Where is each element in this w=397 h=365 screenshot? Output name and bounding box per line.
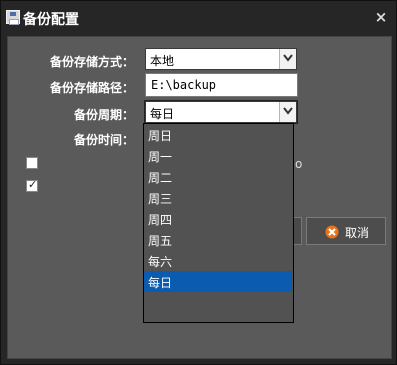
save-icon: [6, 10, 20, 25]
dropdown-option[interactable]: 周四: [144, 208, 292, 229]
title-bar[interactable]: 备份配置 ×: [1, 1, 396, 35]
option-label-fragment: o: [295, 157, 303, 171]
close-button[interactable]: ×: [374, 9, 388, 25]
option-checkbox-2[interactable]: [26, 178, 38, 192]
cancel-button[interactable]: 取消: [306, 217, 386, 245]
period-select[interactable]: 每日: [144, 100, 298, 124]
dropdown-option[interactable]: 周二: [144, 166, 292, 187]
chevron-down-icon[interactable]: [279, 49, 296, 69]
period-dropdown-list: 周日 周一 周二 周三 周四 周五 每六 每日: [143, 123, 294, 323]
confirm-button-edge[interactable]: [294, 217, 302, 245]
storage-path-label: 备份存储路径：: [49, 81, 134, 95]
dropdown-option[interactable]: 周五: [144, 229, 292, 250]
storage-mode-label: 备份存储方式：: [49, 55, 134, 69]
dropdown-option-selected[interactable]: 每日: [144, 271, 292, 292]
period-label: 备份周期：: [73, 108, 134, 122]
form-panel: 备份存储方式： 本地 备份存储路径： E:\backup 备份周期： 每日 备份…: [7, 36, 392, 359]
option-checkbox-1[interactable]: [26, 157, 38, 169]
dropdown-option[interactable]: 每六: [144, 250, 292, 271]
period-value: 每日: [150, 107, 175, 121]
time-label: 备份时间：: [73, 133, 134, 147]
chevron-down-icon[interactable]: [279, 102, 296, 122]
dialog-title: 备份配置: [23, 12, 79, 28]
storage-mode-select[interactable]: 本地: [145, 48, 297, 70]
storage-path-value: E:\backup: [151, 78, 217, 92]
cancel-button-label: 取消: [345, 226, 370, 240]
dropdown-option[interactable]: 周三: [144, 187, 292, 208]
storage-mode-value: 本地: [150, 54, 175, 68]
dropdown-option[interactable]: 周日: [144, 124, 292, 145]
cancel-icon: [325, 225, 339, 239]
storage-path-input[interactable]: E:\backup: [145, 73, 298, 97]
backup-config-dialog: 备份配置 × 备份存储方式： 本地 备份存储路径： E:\backup 备份周期…: [0, 0, 397, 365]
dropdown-option[interactable]: 周一: [144, 145, 292, 166]
